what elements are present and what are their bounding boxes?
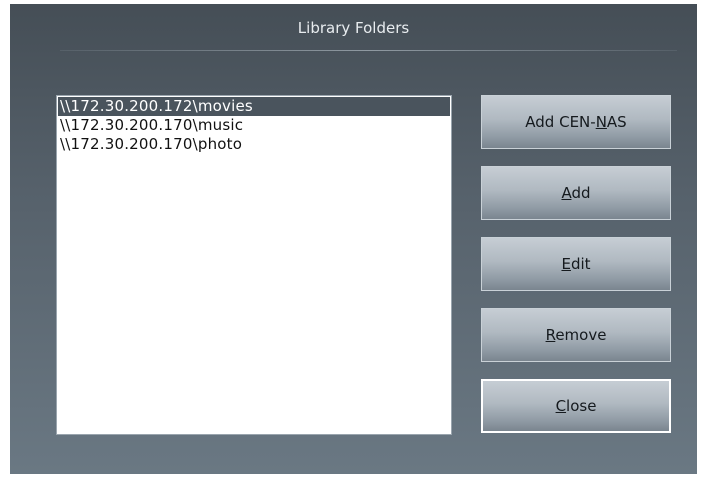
library-folders-dialog: Library Folders \\172.30.200.172\movies … (10, 4, 697, 474)
add-button[interactable]: Add (481, 166, 671, 220)
button-label-part: emove (555, 326, 607, 344)
edit-button[interactable]: Edit (481, 237, 671, 291)
folder-list[interactable]: \\172.30.200.172\movies \\172.30.200.170… (56, 95, 452, 435)
dialog-title: Library Folders (297, 19, 410, 37)
button-label-part: dd (571, 184, 591, 202)
folder-list-item[interactable]: \\172.30.200.170\photo (58, 135, 450, 154)
remove-button[interactable]: Remove (481, 308, 671, 362)
button-label-part: AS (606, 113, 627, 131)
close-button[interactable]: Close (481, 379, 671, 433)
folder-list-item[interactable]: \\172.30.200.170\music (58, 116, 450, 135)
add-cen-nas-button[interactable]: Add CEN-NAS (481, 95, 671, 149)
button-mnemonic: A (561, 184, 572, 202)
button-mnemonic: R (545, 326, 556, 344)
button-mnemonic: E (561, 255, 571, 273)
button-label-part: Add CEN- (525, 113, 596, 131)
button-label-part: lose (566, 397, 597, 415)
folder-list-item[interactable]: \\172.30.200.172\movies (58, 97, 450, 116)
button-mnemonic: N (595, 113, 607, 131)
title-divider (60, 50, 677, 51)
button-mnemonic: C (555, 397, 567, 415)
button-label-part: dit (570, 255, 591, 273)
